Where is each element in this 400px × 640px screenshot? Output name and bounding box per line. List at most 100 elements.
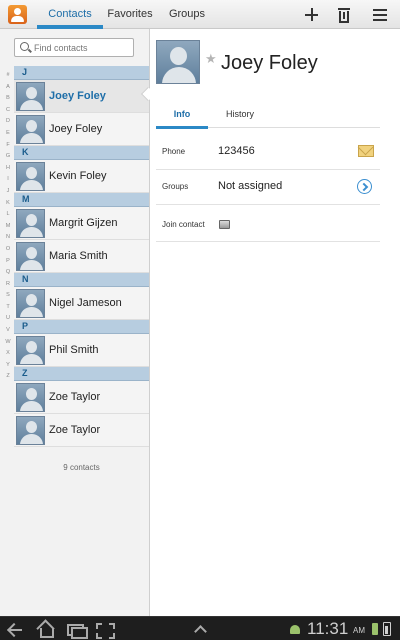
contact-row[interactable]: Joey Foley bbox=[14, 80, 149, 113]
tab-selected-indicator bbox=[156, 126, 208, 129]
section-header: J bbox=[14, 66, 149, 80]
contact-row[interactable]: Kevin Foley bbox=[14, 160, 149, 193]
groups-label: Groups bbox=[162, 182, 189, 191]
contact-count: 9 contacts bbox=[63, 463, 100, 472]
join-contact-row[interactable]: Join contact bbox=[156, 206, 380, 243]
avatar bbox=[16, 289, 45, 318]
alpha-index-letter[interactable]: J bbox=[4, 186, 12, 198]
section-header: Z bbox=[14, 367, 149, 381]
groups-row[interactable]: Groups Not assigned bbox=[156, 168, 380, 205]
alpha-index-letter[interactable]: A bbox=[4, 82, 12, 94]
section-header: M bbox=[14, 193, 149, 207]
contact-detail-panel: ★ Joey Foley Info History Phone 123456 G… bbox=[150, 29, 400, 616]
contact-name: Maria Smith bbox=[49, 250, 108, 262]
tab-groups[interactable]: Groups bbox=[159, 0, 215, 29]
alpha-index-letter[interactable]: B bbox=[4, 93, 12, 105]
tab-info[interactable]: Info bbox=[156, 109, 208, 119]
back-icon[interactable] bbox=[6, 622, 24, 636]
alpha-index-letter[interactable]: O bbox=[4, 244, 12, 256]
contact-row[interactable]: Margrit Gijzen bbox=[14, 207, 149, 240]
alpha-index-letter[interactable]: Q bbox=[4, 267, 12, 279]
chevron-right-icon[interactable] bbox=[357, 179, 372, 194]
contact-photo[interactable] bbox=[156, 40, 200, 84]
avatar bbox=[16, 383, 45, 412]
join-contact-icon[interactable] bbox=[219, 220, 230, 229]
add-contact-button[interactable] bbox=[300, 3, 324, 27]
join-contact-label: Join contact bbox=[162, 220, 205, 229]
phone-row[interactable]: Phone 123456 bbox=[156, 133, 380, 170]
delete-contact-button[interactable] bbox=[332, 3, 356, 27]
alpha-index-letter[interactable]: V bbox=[4, 325, 12, 337]
alpha-index-letter[interactable]: F bbox=[4, 140, 12, 152]
alpha-index-letter[interactable]: M bbox=[4, 221, 12, 233]
alpha-index-letter[interactable]: # bbox=[4, 70, 12, 82]
alpha-index-letter[interactable]: Y bbox=[4, 360, 12, 372]
menu-button[interactable] bbox=[368, 3, 392, 27]
alpha-index-letter[interactable]: W bbox=[4, 337, 12, 349]
alpha-index-letter[interactable]: C bbox=[4, 105, 12, 117]
divider bbox=[156, 241, 380, 242]
section-header: K bbox=[14, 146, 149, 160]
phone-label: Phone bbox=[162, 147, 186, 156]
favorite-star-icon[interactable]: ★ bbox=[205, 52, 217, 65]
contact-name: Zoe Taylor bbox=[49, 424, 101, 436]
android-icon bbox=[290, 625, 300, 634]
alpha-index-letter[interactable]: N bbox=[4, 232, 12, 244]
menu-icon bbox=[373, 9, 387, 11]
avatar bbox=[16, 242, 45, 271]
avatar bbox=[16, 115, 45, 144]
avatar bbox=[16, 416, 45, 445]
contact-name: Zoe Taylor bbox=[49, 391, 101, 403]
contact-name: Phil Smith bbox=[49, 344, 99, 356]
contact-row[interactable]: Zoe Taylor bbox=[14, 414, 149, 447]
trash-icon bbox=[338, 8, 350, 10]
alpha-index-letter[interactable]: R bbox=[4, 279, 12, 291]
message-icon[interactable] bbox=[358, 145, 374, 157]
alpha-index-letter[interactable]: S bbox=[4, 290, 12, 302]
home-icon[interactable] bbox=[36, 622, 54, 638]
action-bar: Contacts Favorites Groups bbox=[0, 0, 400, 29]
system-bar: 11:31 AM bbox=[0, 616, 400, 640]
tab-history[interactable]: History bbox=[214, 109, 266, 119]
alpha-index-letter[interactable]: K bbox=[4, 198, 12, 210]
chevron-up-icon[interactable] bbox=[193, 622, 207, 636]
contact-row[interactable]: Maria Smith bbox=[14, 240, 149, 273]
contact-name: Joey Foley bbox=[49, 123, 103, 135]
alpha-index-letter[interactable]: E bbox=[4, 128, 12, 140]
screenshot-icon[interactable] bbox=[94, 622, 115, 639]
alpha-index-letter[interactable]: H bbox=[4, 163, 12, 175]
alpha-index-letter[interactable]: D bbox=[4, 116, 12, 128]
contact-name: Nigel Jameson bbox=[49, 297, 122, 309]
contact-name: Kevin Foley bbox=[49, 170, 107, 182]
groups-value: Not assigned bbox=[218, 180, 283, 192]
alphabet-index[interactable]: # A B C D E F G H I J K L M N O P Q R S T U V W X Y Z bbox=[4, 70, 12, 383]
search-input[interactable] bbox=[34, 41, 130, 55]
contact-row[interactable]: Joey Foley bbox=[14, 113, 149, 146]
search-box[interactable] bbox=[14, 38, 134, 57]
tab-favorites[interactable]: Favorites bbox=[103, 0, 157, 29]
contact-name: Joey Foley bbox=[49, 90, 106, 102]
alpha-index-letter[interactable]: G bbox=[4, 151, 12, 163]
avatar bbox=[16, 336, 45, 365]
section-header: N bbox=[14, 273, 149, 287]
avatar bbox=[16, 209, 45, 238]
contact-name-heading: Joey Foley bbox=[221, 52, 318, 74]
recent-apps-icon[interactable] bbox=[66, 622, 88, 639]
alpha-index-letter[interactable]: I bbox=[4, 174, 12, 186]
alpha-index-letter[interactable]: U bbox=[4, 313, 12, 325]
search-icon bbox=[20, 42, 29, 51]
battery-icon bbox=[383, 622, 391, 636]
contact-row[interactable]: Zoe Taylor bbox=[14, 381, 149, 414]
contacts-app-icon[interactable] bbox=[8, 5, 27, 24]
alpha-index-letter[interactable]: X bbox=[4, 348, 12, 360]
clock[interactable]: 11:31 bbox=[307, 617, 348, 640]
contact-row[interactable]: Phil Smith bbox=[14, 334, 149, 367]
contact-row[interactable]: Nigel Jameson bbox=[14, 287, 149, 320]
alpha-index-letter[interactable]: Z bbox=[4, 371, 12, 383]
alpha-index-letter[interactable]: P bbox=[4, 256, 12, 268]
contact-list-panel: #ABCDEFGHIJKLMNOPQRSTUVWXYZ JJoey FoleyJ… bbox=[0, 29, 150, 616]
alpha-index-letter[interactable]: T bbox=[4, 302, 12, 314]
alpha-index-letter[interactable]: L bbox=[4, 209, 12, 221]
contact-name: Margrit Gijzen bbox=[49, 217, 118, 229]
section-header: P bbox=[14, 320, 149, 334]
